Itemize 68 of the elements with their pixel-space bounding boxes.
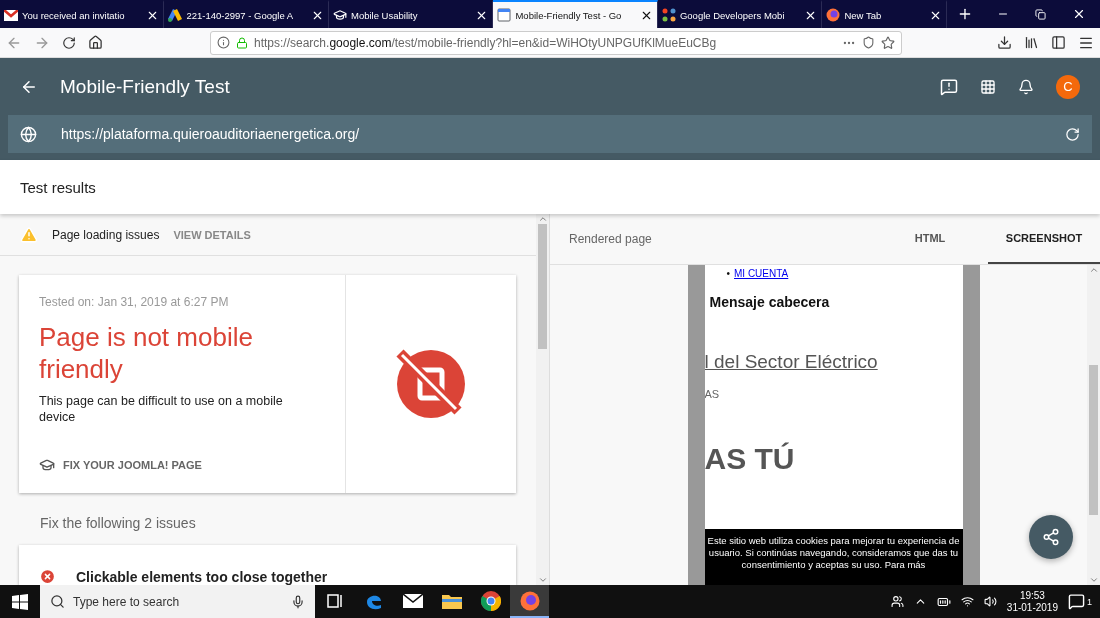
not-mobile-icon — [394, 347, 468, 421]
url-input[interactable]: https://plataforma.quieroauditoriaenergetica.org/ — [8, 115, 1092, 153]
app-title: Mobile-Friendly Test — [60, 75, 231, 98]
message-heading: Mensaje cabecera — [709, 294, 831, 310]
notification-count: 1 — [1087, 596, 1092, 607]
scroll-thumb[interactable] — [538, 224, 547, 349]
browser-window-icon — [497, 8, 512, 22]
issue-card[interactable]: Clickable elements too close together — [19, 545, 516, 585]
warning-icon — [20, 225, 38, 244]
section-title: Test results — [0, 160, 1100, 214]
envelope-icon[interactable] — [402, 593, 423, 608]
task-view-icon[interactable] — [326, 593, 343, 608]
bookmark-star-icon[interactable] — [881, 35, 895, 50]
share-button[interactable] — [1029, 515, 1073, 559]
banner-link[interactable]: l del Sector Eléctrico — [704, 350, 878, 374]
firefox-logo-icon — [826, 8, 841, 22]
chrome-logo-icon[interactable] — [480, 590, 501, 611]
big-heading: AS TÚ — [704, 442, 796, 476]
scrollbar[interactable] — [536, 214, 549, 585]
notification-icon[interactable] — [1068, 593, 1085, 610]
verdict-description: This page can be difficult to use on a mobile device — [39, 393, 284, 425]
scroll-thumb[interactable] — [1089, 365, 1098, 515]
new-tab-icon[interactable] — [957, 6, 973, 22]
microphone-icon[interactable] — [291, 594, 305, 609]
cookie-notice: Este sitio web utiliza cookies para mejorar tu experiencia de usuario. Si continúas navegando, consideramos que das tu consentimiento y aceptas su uso. Para más — [704, 529, 963, 585]
sidebar-icon[interactable] — [1051, 35, 1066, 50]
taskbar-search-field[interactable]: Type here to search — [40, 585, 315, 618]
reload-icon[interactable] — [62, 35, 76, 50]
folder-icon[interactable] — [441, 592, 462, 609]
address-field[interactable]: https://search.google.com/test/mobile-friendly?hl=en&id=WiHOtyUNPGUfKlMueEuCBg — [210, 30, 902, 55]
fix-page-link[interactable]: FIX YOUR JOOMLA! PAGE — [39, 457, 325, 473]
scrollbar[interactable] — [1087, 265, 1100, 585]
people-icon[interactable] — [890, 595, 904, 608]
clock[interactable]: 19:53 31-01-2019 — [1006, 589, 1058, 614]
apps-grid-icon[interactable] — [980, 78, 996, 95]
browser-tab[interactable]: Mobile-Friendly Test - Go — [493, 0, 658, 28]
firefox-logo-icon[interactable] — [519, 590, 540, 611]
share-icon — [1042, 528, 1060, 546]
feedback-icon[interactable] — [940, 77, 958, 96]
library-icon[interactable] — [1024, 35, 1039, 50]
view-tab[interactable]: HTML — [872, 214, 988, 264]
search-icon — [50, 594, 65, 609]
close-icon[interactable] — [1072, 7, 1086, 21]
lock-icon — [236, 36, 248, 49]
tested-date: Tested on: Jan 31, 2019 at 6:27 PM — [39, 295, 230, 309]
info-icon — [217, 36, 230, 49]
menu-link[interactable]: MI CUENTA — [734, 268, 789, 280]
bullet: • — [726, 268, 730, 280]
panel-title: Rendered page — [569, 231, 653, 248]
triangle-logo-icon — [168, 8, 183, 22]
url-text: https://search.google.com/test/mobile-friendly?hl=en&id=WiHOtyUNPGUfKlMueEuCBg — [254, 35, 718, 50]
joomla-logo-icon — [661, 8, 676, 22]
envelope-icon — [4, 9, 18, 21]
home-icon[interactable] — [88, 35, 103, 50]
banner-subtext: AS — [704, 388, 721, 400]
globe-icon — [20, 125, 37, 143]
volume-icon[interactable] — [983, 595, 997, 608]
graduation-cap-icon — [39, 457, 55, 473]
view-tab[interactable]: SCREENSHOT — [988, 214, 1100, 264]
warning-text: Page loading issues — [52, 227, 160, 242]
graduation-cap-icon — [332, 8, 347, 22]
download-icon[interactable] — [997, 35, 1012, 50]
error-icon — [39, 568, 56, 585]
restore-icon[interactable] — [1035, 8, 1046, 20]
issues-heading: Fix the following 2 issues — [40, 515, 197, 531]
verdict-heading: Page is not mobile friendly — [39, 321, 254, 385]
notifications-icon[interactable] — [1018, 78, 1034, 95]
network-icon — [960, 595, 974, 608]
